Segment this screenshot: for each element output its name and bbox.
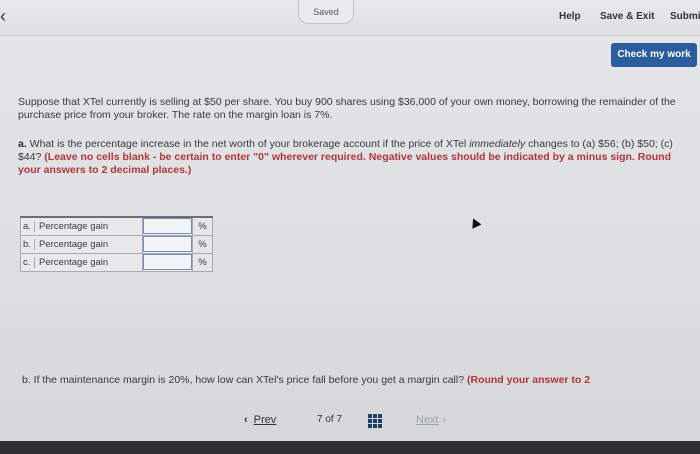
part-a-italic: immediately: [469, 138, 526, 150]
chevron-left-icon: ‹: [244, 414, 248, 426]
part-a-text: What is the percentage increase in the n…: [26, 138, 470, 150]
table-row: c. Percentage gain %: [20, 252, 213, 272]
unit-label: %: [192, 216, 213, 236]
submit-button[interactable]: Submi: [670, 11, 700, 22]
help-button[interactable]: Help: [559, 11, 581, 22]
row-label: a. Percentage gain: [20, 216, 143, 236]
part-b-question: b. If the maintenance margin is 20%, how…: [22, 374, 698, 387]
answer-input-b[interactable]: [142, 234, 193, 254]
next-label: Next: [416, 414, 439, 426]
answer-input-a[interactable]: [142, 216, 193, 236]
chevron-left-icon[interactable]: ‹: [0, 6, 6, 27]
grid-menu-icon[interactable]: [368, 414, 382, 428]
save-exit-button[interactable]: Save & Exit: [600, 11, 654, 22]
mouse-cursor-icon: [468, 216, 482, 229]
screen: ‹ Saved Help Save & Exit Submi Check my …: [0, 0, 700, 454]
prev-button[interactable]: ‹ Prev: [244, 414, 276, 426]
answer-table: a. Percentage gain % b. Percentage gain % …: [20, 216, 213, 272]
table-row: a. Percentage gain %: [20, 216, 213, 236]
unit-label: %: [192, 252, 213, 272]
part-a-instruction: (Leave no cells blank - be certain to en…: [18, 151, 671, 176]
answer-input-a-field[interactable]: [143, 218, 192, 235]
row-letter: b.: [23, 238, 35, 250]
row-label-text: Percentage gain: [39, 220, 109, 232]
check-my-work-button[interactable]: Check my work: [611, 43, 697, 67]
row-label-text: Percentage gain: [39, 238, 109, 250]
answer-input-c-field[interactable]: [143, 254, 192, 270]
table-row: b. Percentage gain %: [20, 234, 213, 254]
row-label: c. Percentage gain: [20, 252, 143, 272]
unit-label: %: [192, 234, 213, 254]
saved-status: Saved: [298, 0, 354, 24]
top-bar: ‹ Saved Help Save & Exit Submi: [0, 0, 700, 36]
part-a-question: a. What is the percentage increase in th…: [18, 138, 696, 177]
bottom-bar: [0, 441, 700, 454]
row-label-text: Percentage gain: [39, 256, 109, 268]
row-letter: c.: [23, 256, 35, 268]
chevron-right-icon: ›: [442, 414, 447, 426]
answer-input-b-field[interactable]: [143, 236, 192, 252]
prev-label: Prev: [253, 414, 277, 426]
question-text: Suppose that XTel currently is selling a…: [18, 96, 676, 121]
answer-input-c[interactable]: [142, 252, 193, 272]
part-b-instruction: (Round your answer to 2: [466, 374, 591, 386]
row-label: b. Percentage gain: [20, 234, 143, 254]
part-a-lead: a.: [18, 138, 27, 150]
row-letter: a.: [23, 220, 35, 232]
part-b-text: b. If the maintenance margin is 20%, how…: [22, 374, 467, 386]
page-indicator: 7 of 7: [317, 414, 343, 425]
next-button[interactable]: Next ›: [416, 414, 446, 426]
